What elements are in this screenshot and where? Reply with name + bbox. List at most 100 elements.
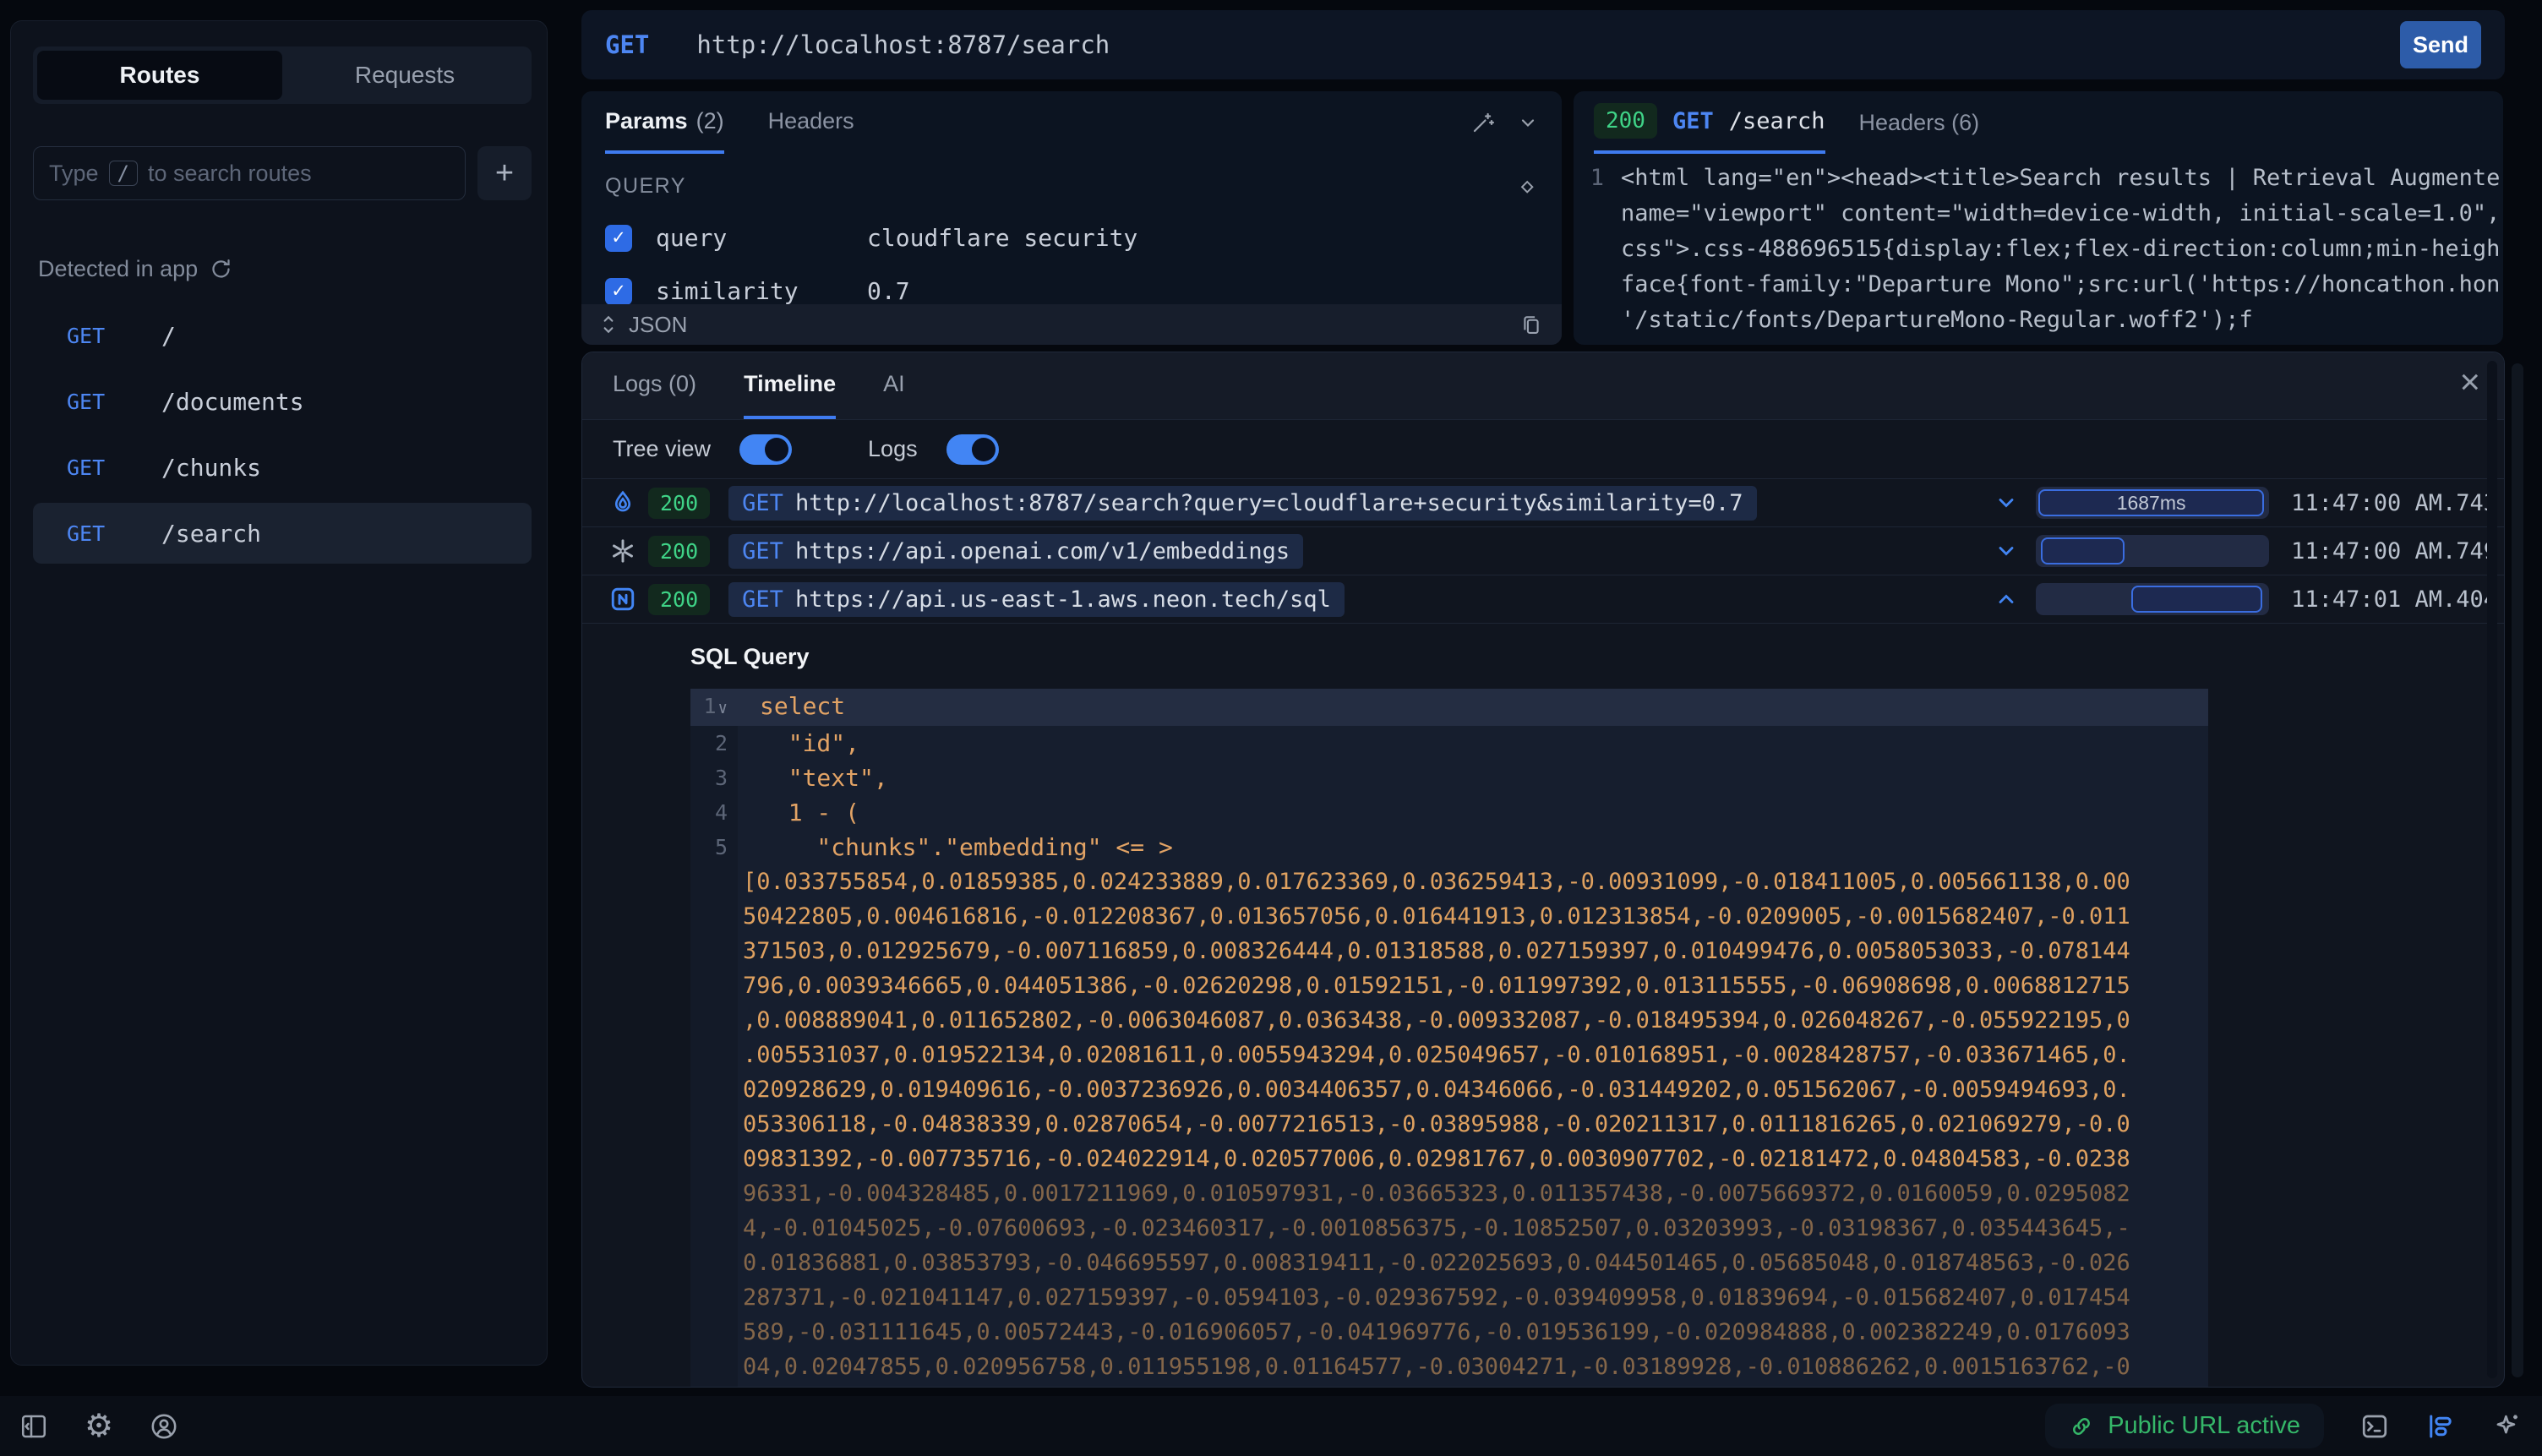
- magic-wand-icon[interactable]: [1470, 110, 1496, 135]
- routes-list: GET/GET/documentsGET/chunksGET/search: [33, 305, 532, 564]
- droplet-icon: [609, 489, 648, 516]
- openai-icon: [609, 537, 648, 564]
- tab-logs[interactable]: Logs (0): [613, 352, 696, 419]
- timeline-url: https://api.openai.com/v1/embeddings: [795, 538, 1290, 564]
- embedding-vector-line: 0.01836881,0.03853793,-0.046695597,0.008…: [690, 1246, 2208, 1280]
- page-scrollbar[interactable]: [2512, 363, 2523, 1377]
- param-checkbox[interactable]: ✓: [605, 278, 632, 305]
- sidebar-route-chunks[interactable]: GET/chunks: [33, 437, 532, 498]
- embedding-vector-line: [0.033755854,0.01859385,0.024233889,0.01…: [690, 864, 2208, 899]
- line-number: 2: [690, 726, 738, 761]
- sidebar-route-root[interactable]: GET/: [33, 305, 532, 366]
- chevron-down-icon[interactable]: [1977, 491, 2036, 515]
- timeline-row[interactable]: 200GEThttps://api.openai.com/v1/embeddin…: [582, 527, 2504, 575]
- response-line-number: 1: [1574, 161, 1621, 338]
- tab-requests[interactable]: Requests: [282, 51, 527, 100]
- add-route-button[interactable]: +: [477, 146, 532, 200]
- collapse-sidebar-icon[interactable]: [19, 1411, 49, 1442]
- sidebar-route-documents[interactable]: GET/documents: [33, 371, 532, 432]
- json-label: JSON: [629, 312, 687, 338]
- param-checkbox[interactable]: ✓: [605, 225, 632, 252]
- public-url-status[interactable]: Public URL active: [2045, 1404, 2324, 1448]
- terminal-icon[interactable]: [2359, 1411, 2390, 1442]
- json-footer-bar[interactable]: JSON: [581, 304, 1562, 345]
- chevron-down-icon[interactable]: [1518, 112, 1538, 133]
- response-body-line: name="viewport" content="width=device-wi…: [1621, 196, 2503, 232]
- response-body[interactable]: <html lang="en"><head><title>Search resu…: [1621, 161, 2503, 338]
- timeline-scrollbar[interactable]: [2487, 361, 2497, 1378]
- timeline-request-pill[interactable]: GET https://api.openai.com/v1/embeddings: [728, 534, 1303, 569]
- duration-label: 1687ms: [2117, 492, 2186, 515]
- url-input[interactable]: http://localhost:8787/search: [696, 30, 1110, 59]
- embedding-vector-line: 053306118,-0.04838339,0.02870654,-0.0077…: [690, 1107, 2208, 1142]
- clear-params-icon[interactable]: [1516, 176, 1538, 198]
- request-bar: GET http://localhost:8787/search Send: [581, 10, 2505, 79]
- param-key-input[interactable]: similarity: [656, 277, 867, 305]
- timeline-method: GET: [742, 538, 783, 564]
- embedding-vector-line: .05288417,0.0035918336,0.010942522,-0.00…: [690, 1384, 2208, 1388]
- embedding-vector-line: 96331,-0.004328485,0.0017211969,0.010597…: [690, 1176, 2208, 1211]
- tree-view-toggle[interactable]: [739, 434, 792, 465]
- timestamp: 11:47:00 AM.743: [2288, 490, 2504, 516]
- chevron-down-icon[interactable]: [1977, 539, 2036, 563]
- duration-bar: [2036, 583, 2269, 615]
- timeline-method: GET: [742, 490, 783, 516]
- timestamp: 11:47:01 AM.404: [2288, 586, 2504, 613]
- tab-response-body[interactable]: 200 GET /search: [1594, 91, 1825, 154]
- sql-code-text: "chunks"."embedding" <= >: [738, 830, 1173, 864]
- sidebar-route-search[interactable]: GET/search: [33, 503, 532, 564]
- tab-response-headers[interactable]: Headers (6): [1859, 91, 1980, 154]
- response-panel: 200 GET /search Headers (6) 1 <html lang…: [1574, 91, 2503, 345]
- timestamp: 11:47:00 AM.749: [2288, 538, 2504, 564]
- line-number: 1∨: [690, 689, 738, 726]
- send-button[interactable]: Send: [2400, 21, 2481, 68]
- param-value-input[interactable]: 0.7: [867, 277, 910, 305]
- line-number: 5: [690, 830, 738, 864]
- close-icon[interactable]: ×: [2459, 364, 2480, 400]
- sql-code-line: 4 1 - (: [690, 795, 2208, 830]
- chevron-up-icon[interactable]: [1977, 587, 2036, 611]
- collapse-caret-icon[interactable]: ∨: [718, 699, 728, 717]
- logs-toggle[interactable]: [946, 434, 999, 465]
- settings-gear-icon[interactable]: ⚙: [85, 1410, 113, 1442]
- timeline-row[interactable]: 200GEThttps://api.us-east-1.aws.neon.tec…: [582, 575, 2504, 624]
- method-select[interactable]: GET: [605, 30, 649, 59]
- logs-panel-icon[interactable]: [2425, 1411, 2456, 1442]
- params-tab-label: Params: [605, 108, 688, 134]
- user-account-icon[interactable]: [149, 1411, 179, 1442]
- query-section-label: QUERY: [605, 174, 686, 199]
- embedding-vector-line: 589,-0.031111645,0.00572443,-0.016906057…: [690, 1315, 2208, 1350]
- tab-params[interactable]: Params (2): [605, 91, 724, 154]
- tab-routes[interactable]: Routes: [37, 51, 282, 100]
- timeline-method: GET: [742, 586, 783, 613]
- search-routes-input[interactable]: Type / to search routes: [33, 146, 466, 200]
- search-placeholder-suffix: to search routes: [148, 161, 312, 187]
- timeline-request-pill[interactable]: GEThttp://localhost:8787/search?query=cl…: [728, 486, 1756, 521]
- param-row-query: ✓ querycloudflare security: [605, 224, 1538, 252]
- copy-icon[interactable]: [1519, 313, 1543, 336]
- route-path: /search: [161, 520, 261, 548]
- embedding-vector-line: 04,0.02047855,0.020956758,0.011955198,0.…: [690, 1350, 2208, 1384]
- sql-code-text: "text",: [738, 761, 888, 795]
- search-placeholder-prefix: Type: [49, 161, 99, 187]
- response-body-line: face{font-family:"Departure Mono";src:ur…: [1621, 267, 2503, 303]
- param-key-input[interactable]: query: [656, 224, 867, 252]
- status-badge: 200: [1594, 103, 1657, 139]
- sparkles-icon[interactable]: [2491, 1410, 2523, 1442]
- logs-label: Logs: [868, 436, 918, 462]
- sql-code-block[interactable]: 1∨select2 "id",3 "text",4 1 - (5 "chunks…: [690, 689, 2208, 1388]
- tab-headers[interactable]: Headers: [768, 91, 854, 154]
- tab-ai[interactable]: AI: [883, 352, 905, 419]
- refresh-icon[interactable]: [210, 258, 232, 281]
- duration-bar: 1687ms: [2036, 487, 2269, 519]
- route-method: GET: [67, 390, 161, 414]
- sql-code-text: 1 - (: [738, 795, 859, 830]
- route-path: /chunks: [161, 454, 261, 482]
- timeline-row[interactable]: 200GEThttp://localhost:8787/search?query…: [582, 479, 2504, 527]
- timeline-request-pill[interactable]: GEThttps://api.us-east-1.aws.neon.tech/s…: [728, 582, 1345, 617]
- tab-timeline[interactable]: Timeline: [744, 352, 836, 419]
- param-value-input[interactable]: cloudflare security: [867, 224, 1137, 252]
- params-panel: Params (2) Headers QUERY ✓ querycloudflar…: [581, 91, 1562, 345]
- route-method: GET: [67, 324, 161, 348]
- slash-key-hint: /: [109, 161, 138, 186]
